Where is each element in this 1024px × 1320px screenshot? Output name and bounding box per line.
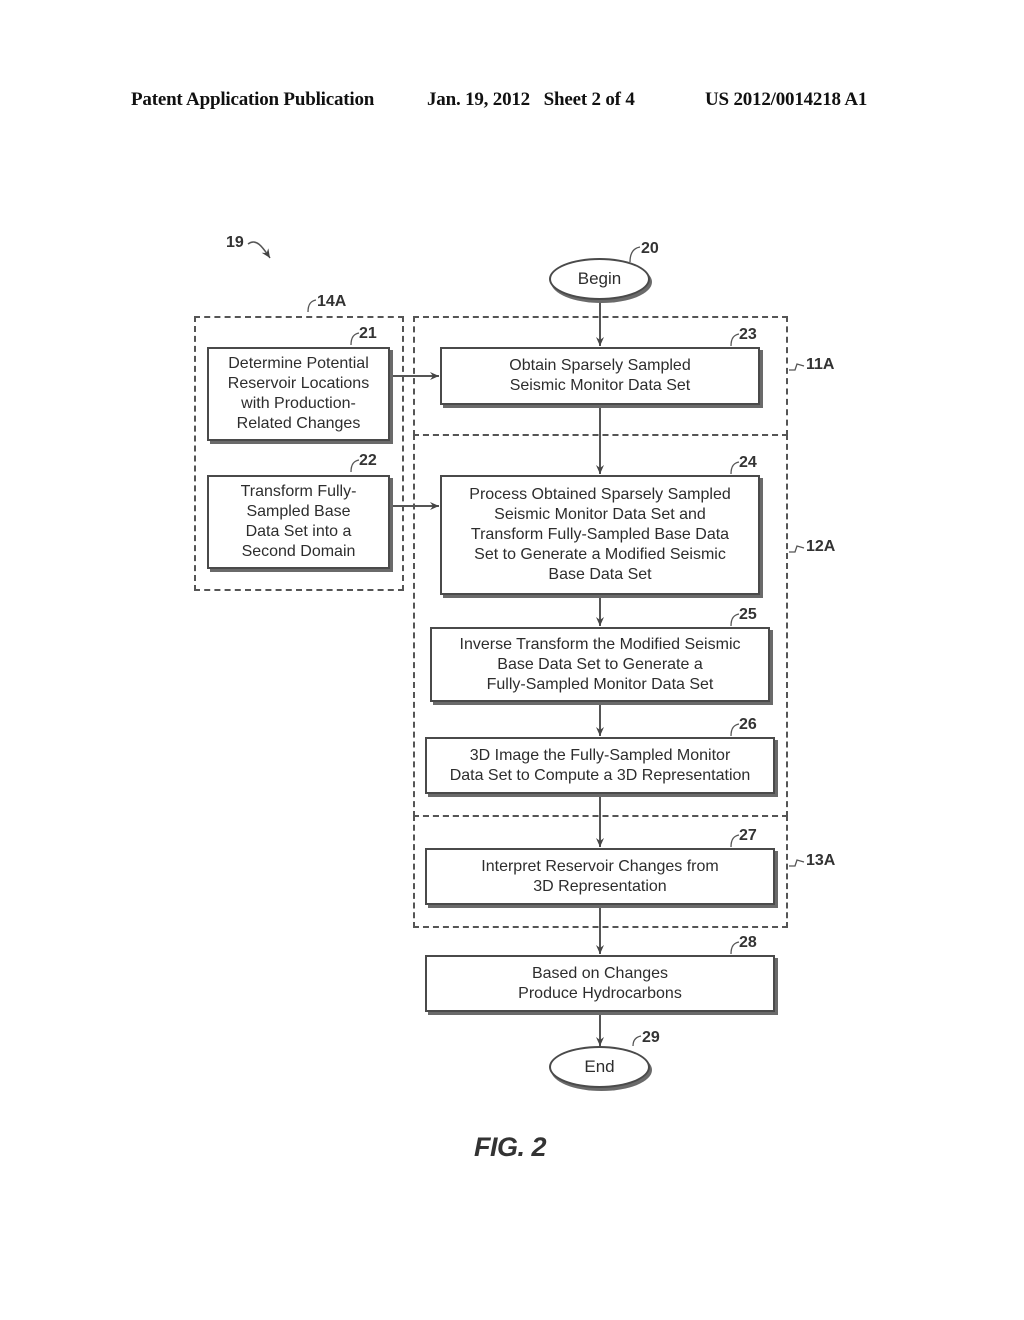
step-23-box: Obtain Sparsely Sampled Seismic Monitor … <box>440 347 760 405</box>
ref-23: 23 <box>739 326 757 343</box>
step-22-box: Transform Fully- Sampled Base Data Set i… <box>207 475 390 569</box>
ref-13a: 13A <box>806 852 836 869</box>
ref-12a: 12A <box>806 538 836 555</box>
step-21-text: Determine Potential Reservoir Locations … <box>227 355 370 432</box>
end-label: End <box>584 1057 615 1076</box>
step-25-text: Inverse Transform the Modified Seismic B… <box>459 635 741 693</box>
ref-14a: 14A <box>317 293 347 310</box>
step-24-text: Process Obtained Sparsely Sampled Seismi… <box>469 486 731 583</box>
end-terminal: End <box>549 1046 650 1088</box>
step-27-text: Interpret Reservoir Changes from 3D Repr… <box>481 857 719 895</box>
ref-11a: 11A <box>806 356 835 373</box>
begin-label: Begin <box>577 269 622 288</box>
ref-19: 19 <box>226 234 244 251</box>
ref-28: 28 <box>739 934 757 951</box>
figure-caption: FIG. 2 <box>474 1132 547 1162</box>
leader-19 <box>247 241 271 259</box>
ref-20: 20 <box>641 240 659 257</box>
ref-29: 29 <box>642 1029 660 1046</box>
ref-24: 24 <box>739 454 757 471</box>
step-24-box: Process Obtained Sparsely Sampled Seismi… <box>440 475 760 595</box>
step-25-box: Inverse Transform the Modified Seismic B… <box>430 627 770 702</box>
ref-25: 25 <box>739 606 757 623</box>
step-26-text: 3D Image the Fully-Sampled Monitor Data … <box>449 746 751 784</box>
ref-21: 21 <box>359 325 377 342</box>
ref-26: 26 <box>739 716 757 733</box>
step-26-box: 3D Image the Fully-Sampled Monitor Data … <box>425 737 775 794</box>
step-28-box: Based on Changes Produce Hydrocarbons <box>425 955 775 1012</box>
ref-27: 27 <box>739 827 757 844</box>
step-27-box: Interpret Reservoir Changes from 3D Repr… <box>425 848 775 905</box>
step-21-box: Determine Potential Reservoir Locations … <box>207 347 390 441</box>
step-23-text: Obtain Sparsely Sampled Seismic Monitor … <box>509 357 691 394</box>
step-22-text: Transform Fully- Sampled Base Data Set i… <box>240 483 357 560</box>
step-28-text: Based on Changes Produce Hydrocarbons <box>518 964 682 1002</box>
ref-22: 22 <box>359 452 377 469</box>
begin-terminal: Begin <box>549 258 650 300</box>
